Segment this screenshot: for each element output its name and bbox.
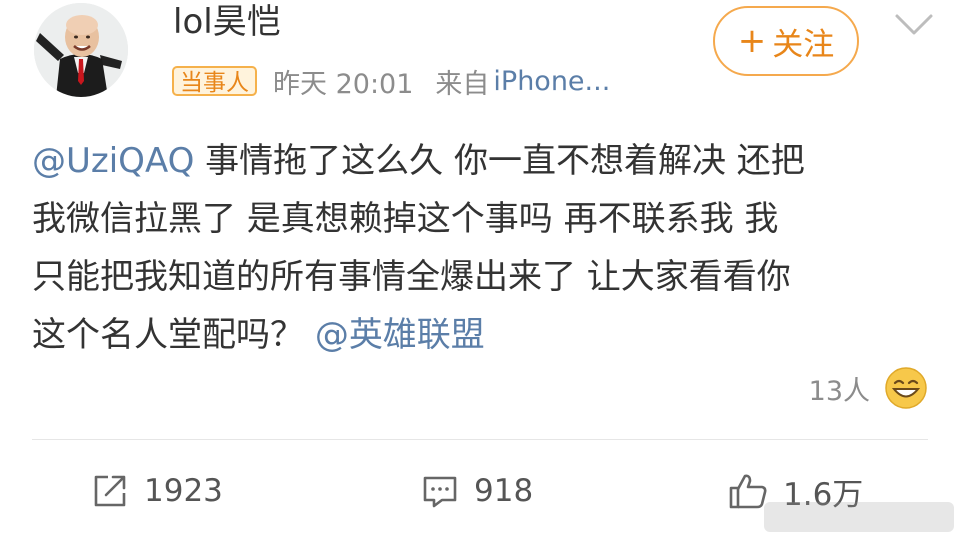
post-text: 这个名人堂配吗？ — [32, 315, 315, 355]
username[interactable]: lol昊恺 — [173, 0, 281, 44]
post-line: 这个名人堂配吗？ @英雄联盟 — [32, 306, 932, 364]
participant-badge: 当事人 — [172, 66, 257, 96]
avatar-image — [34, 3, 128, 97]
source-prefix: 来自 — [435, 68, 490, 100]
thumbs-up-icon — [729, 474, 767, 509]
post-line: 我微信拉黑了 是真想赖掉这个事吗 再不联系我 我 — [32, 190, 932, 248]
post-text: 只能把我知道的所有事情全爆出来了 让大家看看你 — [32, 257, 791, 297]
follow-button[interactable]: + 关注 — [713, 6, 859, 76]
post-text: 我微信拉黑了 是真想赖掉这个事吗 再不联系我 我 — [32, 199, 779, 239]
divider — [32, 439, 928, 440]
mention-link[interactable]: @UziQAQ — [32, 141, 194, 181]
laughing-emoji-icon — [885, 367, 927, 409]
post-text: 事情拖了这么久 你一直不想着解决 还把 — [194, 141, 805, 181]
post-meta: 当事人 昨天 20:01 来自 iPhone... — [172, 64, 610, 100]
post-source[interactable]: iPhone... — [493, 66, 610, 97]
post-line: 只能把我知道的所有事情全爆出来了 让大家看看你 — [32, 248, 932, 306]
plus-icon: + — [737, 21, 767, 61]
reaction-count: 13人 — [808, 375, 870, 407]
comment-icon — [423, 476, 457, 508]
comment-button[interactable]: 918 — [420, 467, 533, 515]
repost-button[interactable]: 1923 — [90, 467, 223, 515]
avatar[interactable] — [34, 3, 128, 97]
follow-label: 关注 — [772, 26, 835, 63]
reaction-summary[interactable]: 13人 — [809, 366, 928, 410]
post-line: @UziQAQ 事情拖了这么久 你一直不想着解决 还把 — [32, 132, 932, 190]
watermark — [764, 502, 954, 532]
mention-link[interactable]: @英雄联盟 — [315, 315, 485, 355]
chevron-down-icon[interactable] — [894, 12, 934, 38]
post-content: @UziQAQ 事情拖了这么久 你一直不想着解决 还把 我微信拉黑了 是真想赖掉… — [32, 132, 932, 364]
comment-count: 918 — [474, 473, 534, 509]
repost-count: 1923 — [144, 473, 223, 509]
post-time: 昨天 20:01 — [273, 68, 414, 100]
share-icon — [94, 475, 126, 507]
